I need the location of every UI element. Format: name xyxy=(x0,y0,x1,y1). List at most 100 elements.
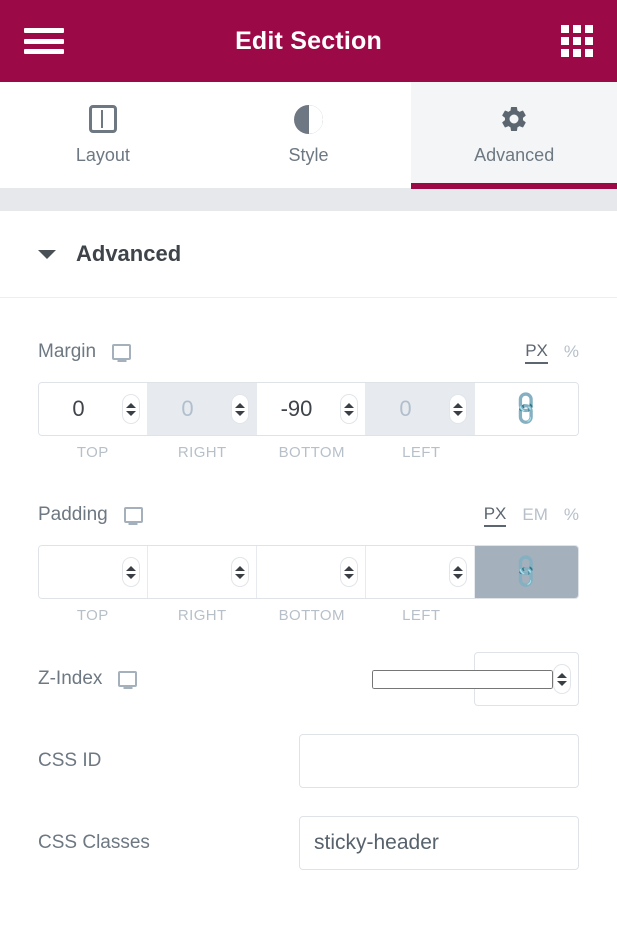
css-classes-label: CSS Classes xyxy=(38,832,150,853)
desktop-monitor-icon[interactable] xyxy=(112,344,132,360)
padding-units: PX EM % xyxy=(483,504,579,527)
margin-right-label: RIGHT xyxy=(177,444,227,461)
padding-top-input[interactable] xyxy=(39,546,148,598)
link-icon: 🔗 xyxy=(506,388,547,429)
control-css-classes: CSS Classes xyxy=(0,816,617,870)
z-index-stepper[interactable] xyxy=(553,664,571,694)
css-id-input[interactable] xyxy=(300,735,578,787)
panel-title: Edit Section xyxy=(235,26,382,55)
z-index-input[interactable] xyxy=(372,652,579,706)
widgets-grid-icon[interactable] xyxy=(561,25,593,57)
margin-top-input[interactable] xyxy=(39,383,148,435)
margin-right-stepper[interactable] xyxy=(231,394,249,424)
padding-left-stepper[interactable] xyxy=(449,557,467,587)
columns-icon xyxy=(88,104,117,134)
margin-left-value[interactable] xyxy=(366,396,449,422)
margin-unit-percent[interactable]: % xyxy=(564,342,579,363)
margin-link-values-button[interactable]: 🔗 xyxy=(475,383,578,435)
margin-bottom-value[interactable] xyxy=(257,396,340,422)
panel-separator xyxy=(0,189,617,211)
margin-bottom-input[interactable] xyxy=(257,383,366,435)
padding-top-label: TOP xyxy=(76,607,109,624)
chevron-down-icon xyxy=(38,249,56,259)
padding-top-value[interactable] xyxy=(39,559,122,585)
margin-label-spacer xyxy=(476,444,579,461)
z-index-value[interactable] xyxy=(372,669,553,689)
control-margin: Margin PX % 0 0 -90 0 🔗 TOP RIGHT BOTTOM… xyxy=(0,326,617,461)
padding-unit-px[interactable]: PX xyxy=(483,504,507,527)
padding-right-stepper[interactable] xyxy=(231,557,249,587)
padding-header-row: Padding PX EM % xyxy=(38,489,579,541)
padding-bottom-input[interactable] xyxy=(257,546,366,598)
contrast-icon xyxy=(294,104,323,134)
padding-side-labels: TOP RIGHT BOTTOM LEFT xyxy=(38,607,579,624)
padding-bottom-value[interactable] xyxy=(257,559,340,585)
gear-icon xyxy=(499,104,529,134)
margin-units: PX % xyxy=(525,341,579,364)
margin-header-row: Margin PX % xyxy=(38,326,579,378)
css-id-label: CSS ID xyxy=(38,750,102,771)
section-title: Advanced xyxy=(76,241,182,266)
css-classes-input[interactable] xyxy=(300,817,578,869)
margin-top-label: TOP xyxy=(76,444,109,461)
panel-body: Advanced Margin PX % 0 0 -90 0 🔗 TOP RIG… xyxy=(0,211,617,870)
tab-style[interactable]: Style xyxy=(205,82,412,188)
padding-link-values-button[interactable]: 🔗 xyxy=(475,546,578,598)
panel-header: Edit Section xyxy=(0,0,617,82)
z-index-label: Z-Index xyxy=(38,668,103,689)
section-header-advanced[interactable]: Advanced xyxy=(0,211,617,298)
margin-label-group: Margin xyxy=(38,341,132,363)
panel-tabs: Layout Style Advanced xyxy=(0,82,617,189)
margin-side-labels: TOP RIGHT BOTTOM LEFT xyxy=(38,444,579,461)
tab-advanced[interactable]: Advanced xyxy=(411,82,617,189)
control-css-id: CSS ID xyxy=(0,734,617,788)
padding-top-stepper[interactable] xyxy=(122,557,140,587)
margin-bottom-label: BOTTOM xyxy=(278,444,345,461)
padding-label-spacer xyxy=(476,607,579,624)
tab-layout[interactable]: Layout xyxy=(0,82,206,188)
padding-left-label: LEFT xyxy=(402,607,441,624)
padding-right-input[interactable] xyxy=(148,546,257,598)
margin-left-stepper[interactable] xyxy=(449,394,467,424)
css-id-field-wrap xyxy=(299,734,579,788)
margin-bottom-stepper[interactable] xyxy=(340,394,358,424)
padding-inputs: 🔗 xyxy=(38,545,579,599)
margin-right-input[interactable] xyxy=(148,383,257,435)
margin-unit-px[interactable]: PX xyxy=(525,341,548,364)
margin-top-value[interactable] xyxy=(39,396,122,422)
hamburger-bar xyxy=(24,49,64,54)
css-classes-field-wrap xyxy=(299,816,579,870)
padding-left-value[interactable] xyxy=(366,559,449,585)
tab-layout-label: Layout xyxy=(75,145,130,165)
margin-label: Margin xyxy=(38,341,97,362)
z-index-label-group: Z-Index xyxy=(38,668,138,690)
padding-label-group: Padding xyxy=(38,504,143,526)
tab-style-label: Style xyxy=(288,145,329,165)
padding-right-value[interactable] xyxy=(148,559,231,585)
link-icon: 🔗 xyxy=(506,551,547,592)
margin-left-label: LEFT xyxy=(402,444,441,461)
hamburger-bar xyxy=(24,38,64,44)
margin-left-input[interactable] xyxy=(366,383,475,435)
padding-bottom-label: BOTTOM xyxy=(278,607,345,624)
padding-unit-em[interactable]: EM xyxy=(522,505,548,526)
control-z-index: Z-Index xyxy=(0,652,617,706)
margin-inputs: 🔗 xyxy=(38,382,579,436)
margin-top-stepper[interactable] xyxy=(122,394,140,424)
padding-label: Padding xyxy=(38,504,108,525)
padding-left-input[interactable] xyxy=(366,546,475,598)
tab-advanced-label: Advanced xyxy=(474,145,555,165)
margin-right-value[interactable] xyxy=(148,396,231,422)
hamburger-menu-icon[interactable] xyxy=(24,26,64,56)
desktop-monitor-icon[interactable] xyxy=(123,507,143,523)
desktop-monitor-icon[interactable] xyxy=(118,671,138,687)
hamburger-bar xyxy=(24,28,64,33)
padding-unit-percent[interactable]: % xyxy=(564,505,579,526)
padding-bottom-stepper[interactable] xyxy=(340,557,358,587)
control-padding: Padding PX EM % 🔗 TOP RIGHT BOTTOM LEFT xyxy=(0,489,617,624)
